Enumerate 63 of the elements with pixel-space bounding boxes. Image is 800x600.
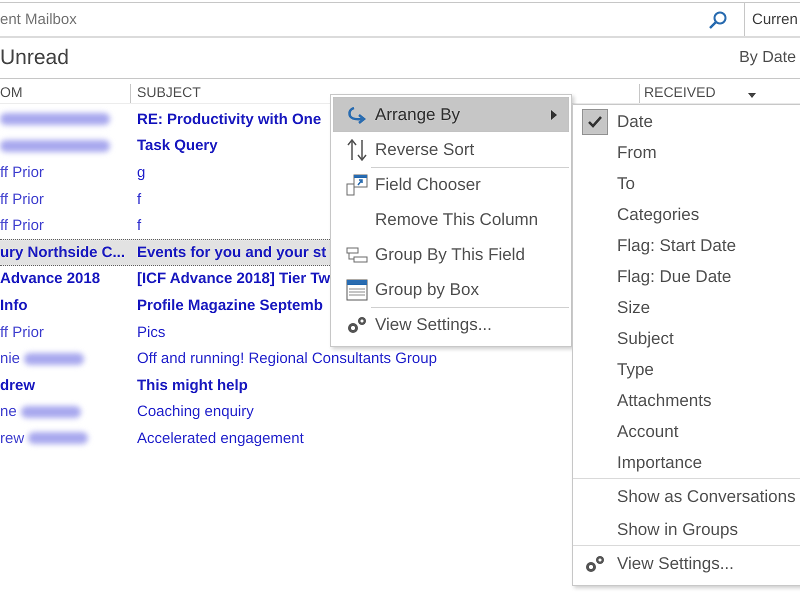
menu-item[interactable]: Importance (573, 447, 800, 478)
table-icon (346, 278, 368, 300)
message-subject: Off and running! Regional Consultants Group (137, 350, 437, 368)
menu-item[interactable]: Remove This Column (333, 202, 569, 237)
blurred-sender (20, 406, 81, 418)
caret-icon[interactable] (748, 93, 756, 98)
gears-icon (584, 554, 606, 574)
sender-name: ury Northside C... (0, 244, 126, 261)
message-subject: Accelerated engagement (137, 430, 304, 447)
unread-filter[interactable]: Unread (0, 46, 69, 70)
message-subject: Task Query (137, 137, 218, 154)
menu-item[interactable]: Type (573, 354, 800, 385)
sort-arrows-icon (347, 138, 367, 160)
message-subject: f (137, 217, 142, 234)
menu-item[interactable]: Show in Groups (573, 514, 800, 545)
sender-name: ne (0, 403, 17, 420)
menu-item[interactable]: View Settings... (573, 545, 800, 581)
column-header[interactable]: OM (0, 84, 130, 103)
search-icon[interactable] (708, 10, 728, 30)
menu-item[interactable]: Account (573, 416, 800, 447)
menu-item[interactable]: Attachments (573, 385, 800, 416)
message-subject: Pics (137, 324, 166, 341)
curved-arrow-icon (346, 106, 368, 124)
sender-name: Advance 2018 (0, 270, 100, 288)
group-icon (346, 246, 368, 262)
message-subject: This might help (137, 376, 248, 394)
menu-item[interactable]: Arrange By (333, 97, 569, 132)
sender-name: rew (0, 430, 24, 447)
menu-item[interactable]: Flag: Due Date (573, 261, 800, 292)
sender-name: drew (0, 376, 36, 394)
menu-item[interactable]: From (573, 137, 800, 168)
sender-name: ff Prior (0, 324, 44, 341)
message-subject: Profile Magazine Septemb (137, 296, 323, 314)
menu-item[interactable]: Subject (573, 323, 800, 354)
menu-item[interactable]: Group By This Field (333, 237, 569, 272)
blurred-sender (24, 352, 84, 365)
submenu-arrow-icon (551, 110, 557, 120)
message-subject: RE: Productivity with One (137, 110, 322, 128)
message-subject: [ICF Advance 2018] Tier Tw (137, 270, 330, 288)
menu-item[interactable]: Flag: Start Date (573, 230, 800, 261)
search-scope-dropdown[interactable]: Curren (744, 3, 800, 36)
sender-name: ff Prior (0, 164, 44, 181)
menu-item[interactable]: Group by Box (333, 272, 569, 307)
menu-item[interactable]: To (573, 168, 800, 199)
sender-name: ff Prior (0, 190, 44, 208)
menu-item[interactable]: Show as Conversations (573, 478, 800, 514)
search-field[interactable]: ent Mailbox (0, 11, 708, 28)
sender-name: Info (0, 296, 28, 314)
arrange-by-label[interactable]: By Date (739, 49, 796, 67)
message-subject: f (137, 190, 142, 208)
field-chooser-icon (346, 174, 368, 196)
gears-icon (346, 314, 368, 334)
column-header[interactable]: RECEIVED (639, 84, 716, 103)
sender-name: ff Prior (0, 217, 44, 234)
sender-name: nie (0, 350, 20, 368)
menu-item[interactable]: Categories (573, 199, 800, 230)
message-subject: g (137, 164, 146, 181)
menu-item[interactable]: Size (573, 292, 800, 323)
menu-item[interactable]: Date (573, 106, 800, 137)
blurred-sender (28, 432, 88, 444)
message-subject: Events for you and your st (137, 244, 326, 261)
menu-item[interactable]: Reverse Sort (333, 132, 569, 167)
message-subject: Coaching enquiry (137, 403, 254, 420)
